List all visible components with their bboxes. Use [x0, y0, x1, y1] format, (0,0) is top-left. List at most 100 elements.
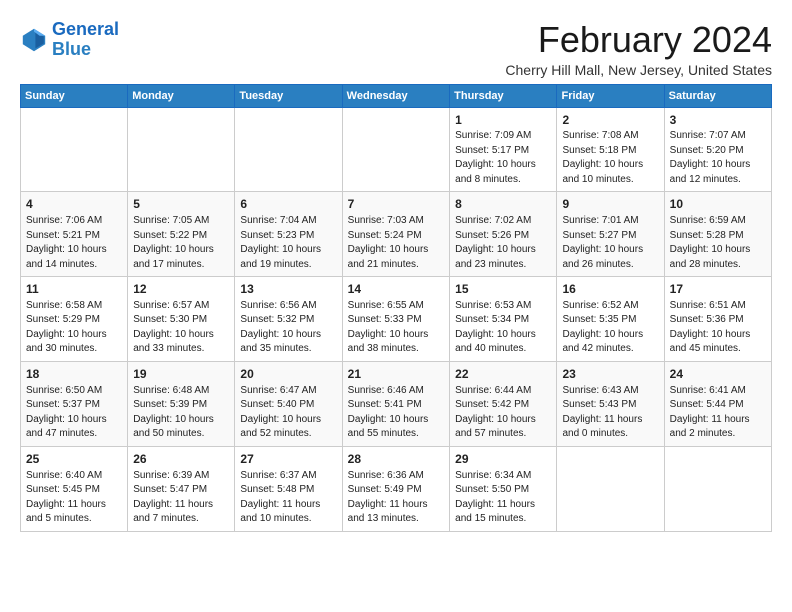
calendar-cell: [128, 107, 235, 192]
header-row: Sunday Monday Tuesday Wednesday Thursday…: [21, 84, 772, 107]
day-info: Sunrise: 7:05 AMSunset: 5:22 PMDaylight:…: [133, 214, 229, 272]
col-friday: Friday: [557, 84, 664, 107]
calendar-cell: 14Sunrise: 6:55 AMSunset: 5:33 PMDayligh…: [342, 277, 449, 362]
calendar-cell: 25Sunrise: 6:40 AMSunset: 5:45 PMDayligh…: [21, 446, 128, 531]
logo-text: General Blue: [52, 20, 119, 60]
col-wednesday: Wednesday: [342, 84, 449, 107]
col-tuesday: Tuesday: [235, 84, 342, 107]
calendar-cell: [342, 107, 449, 192]
calendar-cell: [664, 446, 771, 531]
day-info: Sunrise: 7:08 AMSunset: 5:18 PMDaylight:…: [562, 129, 658, 187]
day-info: Sunrise: 7:02 AMSunset: 5:26 PMDaylight:…: [455, 214, 551, 272]
calendar-cell: 20Sunrise: 6:47 AMSunset: 5:40 PMDayligh…: [235, 361, 342, 446]
day-number: 23: [562, 366, 658, 383]
day-info: Sunrise: 7:03 AMSunset: 5:24 PMDaylight:…: [348, 214, 444, 272]
day-number: 6: [240, 196, 336, 213]
calendar-cell: 24Sunrise: 6:41 AMSunset: 5:44 PMDayligh…: [664, 361, 771, 446]
day-number: 26: [133, 451, 229, 468]
week-row-5: 25Sunrise: 6:40 AMSunset: 5:45 PMDayligh…: [21, 446, 772, 531]
calendar-cell: 15Sunrise: 6:53 AMSunset: 5:34 PMDayligh…: [450, 277, 557, 362]
day-info: Sunrise: 6:48 AMSunset: 5:39 PMDaylight:…: [133, 384, 229, 442]
calendar-cell: 13Sunrise: 6:56 AMSunset: 5:32 PMDayligh…: [235, 277, 342, 362]
day-number: 19: [133, 366, 229, 383]
calendar-cell: 7Sunrise: 7:03 AMSunset: 5:24 PMDaylight…: [342, 192, 449, 277]
day-info: Sunrise: 6:55 AMSunset: 5:33 PMDaylight:…: [348, 299, 444, 357]
day-info: Sunrise: 6:41 AMSunset: 5:44 PMDaylight:…: [670, 384, 766, 442]
day-info: Sunrise: 7:06 AMSunset: 5:21 PMDaylight:…: [26, 214, 122, 272]
day-info: Sunrise: 6:46 AMSunset: 5:41 PMDaylight:…: [348, 384, 444, 442]
day-info: Sunrise: 7:09 AMSunset: 5:17 PMDaylight:…: [455, 129, 551, 187]
day-number: 12: [133, 281, 229, 298]
calendar-cell: 9Sunrise: 7:01 AMSunset: 5:27 PMDaylight…: [557, 192, 664, 277]
calendar-cell: 1Sunrise: 7:09 AMSunset: 5:17 PMDaylight…: [450, 107, 557, 192]
month-title: February 2024: [119, 20, 772, 60]
day-number: 10: [670, 196, 766, 213]
calendar-cell: 28Sunrise: 6:36 AMSunset: 5:49 PMDayligh…: [342, 446, 449, 531]
week-row-2: 4Sunrise: 7:06 AMSunset: 5:21 PMDaylight…: [21, 192, 772, 277]
day-info: Sunrise: 6:44 AMSunset: 5:42 PMDaylight:…: [455, 384, 551, 442]
day-number: 24: [670, 366, 766, 383]
page-container: General Blue February 2024 Cherry Hill M…: [20, 20, 772, 532]
day-info: Sunrise: 6:51 AMSunset: 5:36 PMDaylight:…: [670, 299, 766, 357]
day-number: 21: [348, 366, 444, 383]
day-info: Sunrise: 6:47 AMSunset: 5:40 PMDaylight:…: [240, 384, 336, 442]
calendar-cell: 17Sunrise: 6:51 AMSunset: 5:36 PMDayligh…: [664, 277, 771, 362]
col-thursday: Thursday: [450, 84, 557, 107]
week-row-3: 11Sunrise: 6:58 AMSunset: 5:29 PMDayligh…: [21, 277, 772, 362]
day-info: Sunrise: 6:53 AMSunset: 5:34 PMDaylight:…: [455, 299, 551, 357]
calendar-cell: 26Sunrise: 6:39 AMSunset: 5:47 PMDayligh…: [128, 446, 235, 531]
day-number: 13: [240, 281, 336, 298]
day-info: Sunrise: 6:52 AMSunset: 5:35 PMDaylight:…: [562, 299, 658, 357]
day-number: 22: [455, 366, 551, 383]
calendar-cell: 11Sunrise: 6:58 AMSunset: 5:29 PMDayligh…: [21, 277, 128, 362]
location-title: Cherry Hill Mall, New Jersey, United Sta…: [119, 62, 772, 78]
week-row-1: 1Sunrise: 7:09 AMSunset: 5:17 PMDaylight…: [21, 107, 772, 192]
calendar-cell: [557, 446, 664, 531]
logo: General Blue: [20, 20, 119, 60]
day-number: 17: [670, 281, 766, 298]
day-number: 28: [348, 451, 444, 468]
day-number: 2: [562, 112, 658, 129]
day-info: Sunrise: 6:37 AMSunset: 5:48 PMDaylight:…: [240, 469, 336, 527]
day-number: 8: [455, 196, 551, 213]
day-number: 16: [562, 281, 658, 298]
calendar-cell: 16Sunrise: 6:52 AMSunset: 5:35 PMDayligh…: [557, 277, 664, 362]
day-info: Sunrise: 6:57 AMSunset: 5:30 PMDaylight:…: [133, 299, 229, 357]
day-number: 4: [26, 196, 122, 213]
day-info: Sunrise: 6:50 AMSunset: 5:37 PMDaylight:…: [26, 384, 122, 442]
day-info: Sunrise: 6:43 AMSunset: 5:43 PMDaylight:…: [562, 384, 658, 442]
title-section: February 2024 Cherry Hill Mall, New Jers…: [119, 20, 772, 78]
calendar-cell: 27Sunrise: 6:37 AMSunset: 5:48 PMDayligh…: [235, 446, 342, 531]
day-info: Sunrise: 6:59 AMSunset: 5:28 PMDaylight:…: [670, 214, 766, 272]
day-number: 3: [670, 112, 766, 129]
header: General Blue February 2024 Cherry Hill M…: [20, 20, 772, 78]
calendar-cell: 18Sunrise: 6:50 AMSunset: 5:37 PMDayligh…: [21, 361, 128, 446]
day-number: 1: [455, 112, 551, 129]
day-info: Sunrise: 6:39 AMSunset: 5:47 PMDaylight:…: [133, 469, 229, 527]
calendar-cell: 5Sunrise: 7:05 AMSunset: 5:22 PMDaylight…: [128, 192, 235, 277]
logo-line1: General: [52, 19, 119, 39]
col-sunday: Sunday: [21, 84, 128, 107]
day-number: 7: [348, 196, 444, 213]
logo-line2: Blue: [52, 39, 91, 59]
day-number: 27: [240, 451, 336, 468]
week-row-4: 18Sunrise: 6:50 AMSunset: 5:37 PMDayligh…: [21, 361, 772, 446]
calendar-table: Sunday Monday Tuesday Wednesday Thursday…: [20, 84, 772, 532]
calendar-cell: 21Sunrise: 6:46 AMSunset: 5:41 PMDayligh…: [342, 361, 449, 446]
calendar-cell: 29Sunrise: 6:34 AMSunset: 5:50 PMDayligh…: [450, 446, 557, 531]
day-number: 5: [133, 196, 229, 213]
day-info: Sunrise: 6:34 AMSunset: 5:50 PMDaylight:…: [455, 469, 551, 527]
day-info: Sunrise: 7:07 AMSunset: 5:20 PMDaylight:…: [670, 129, 766, 187]
col-saturday: Saturday: [664, 84, 771, 107]
calendar-cell: 2Sunrise: 7:08 AMSunset: 5:18 PMDaylight…: [557, 107, 664, 192]
day-number: 15: [455, 281, 551, 298]
day-number: 25: [26, 451, 122, 468]
calendar-cell: 10Sunrise: 6:59 AMSunset: 5:28 PMDayligh…: [664, 192, 771, 277]
day-number: 18: [26, 366, 122, 383]
day-number: 11: [26, 281, 122, 298]
day-number: 29: [455, 451, 551, 468]
calendar-cell: 23Sunrise: 6:43 AMSunset: 5:43 PMDayligh…: [557, 361, 664, 446]
day-info: Sunrise: 6:36 AMSunset: 5:49 PMDaylight:…: [348, 469, 444, 527]
day-info: Sunrise: 7:01 AMSunset: 5:27 PMDaylight:…: [562, 214, 658, 272]
logo-icon: [20, 26, 48, 54]
